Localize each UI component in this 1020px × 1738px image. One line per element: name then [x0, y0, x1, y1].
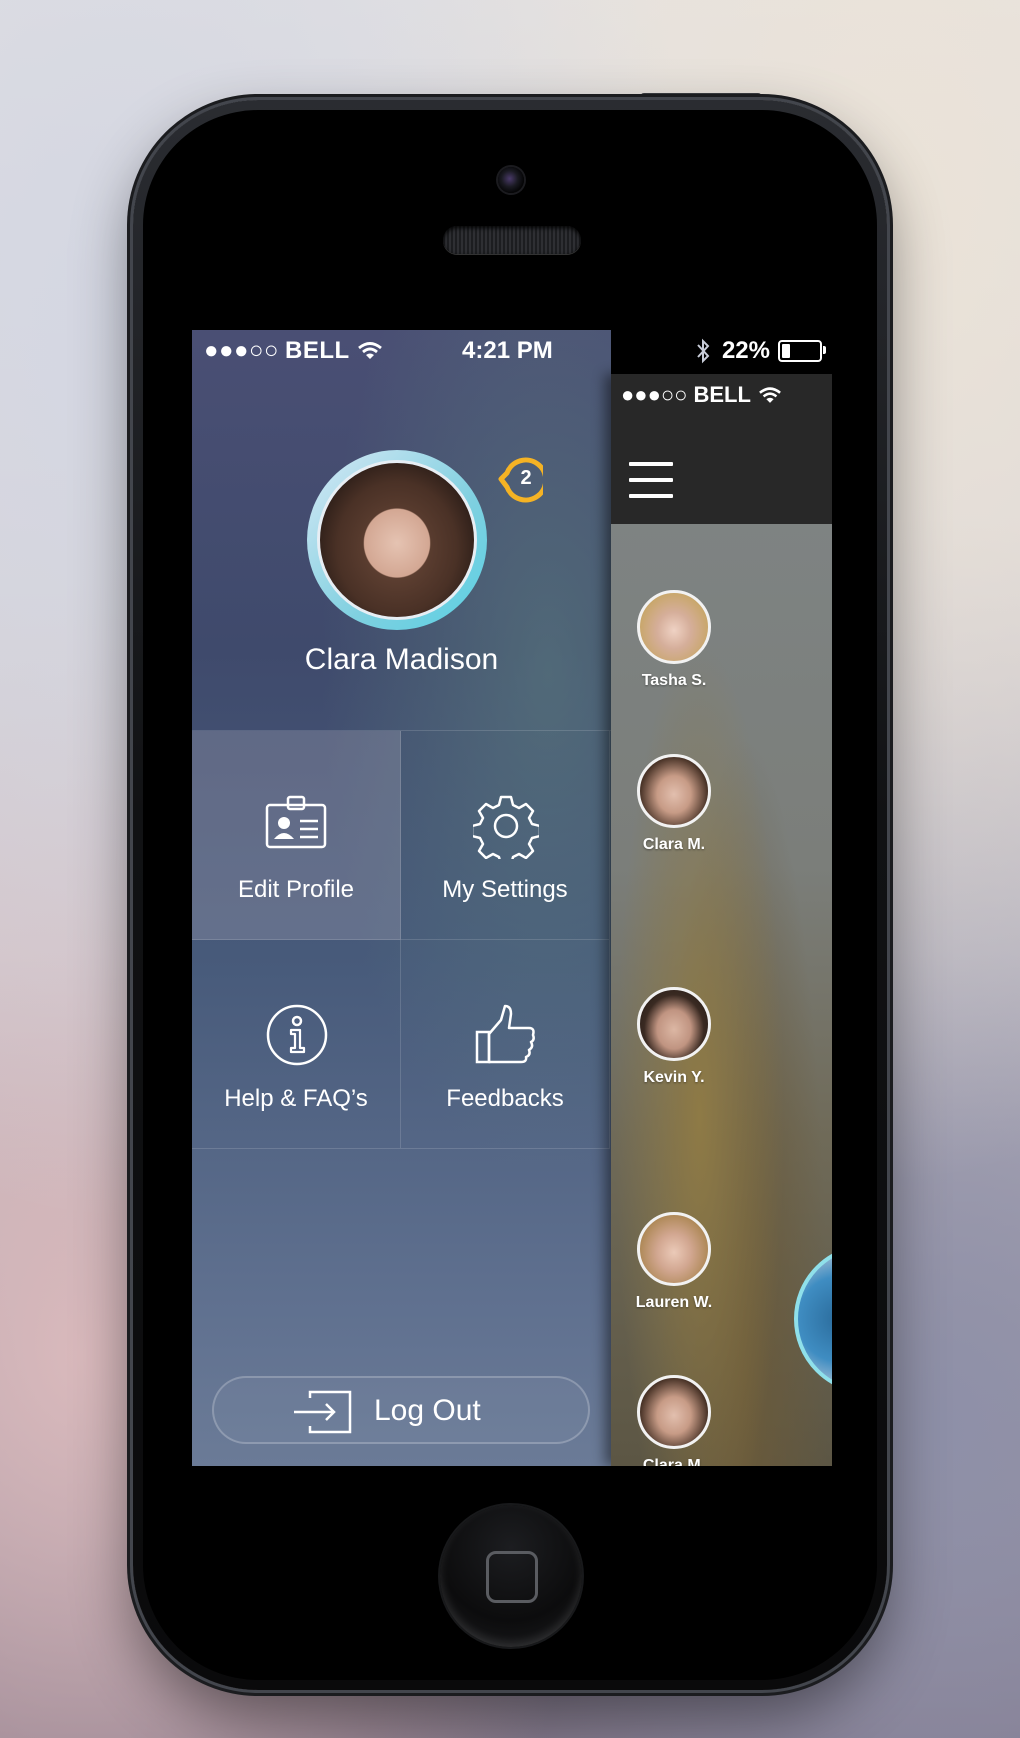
- screen: 2 Clara Madison Edit Profile My Settings…: [192, 330, 832, 1466]
- help-faq-label: Help & FAQ’s: [224, 1085, 368, 1112]
- content-header: ●●●○○ BELL: [611, 374, 832, 524]
- battery-icon: [778, 340, 826, 362]
- info-icon: [266, 1004, 328, 1066]
- main-content-panel[interactable]: ●●●○○ BELL Tasha S. Clara M. Kevin Y. La…: [611, 374, 832, 1466]
- menu-item-feedbacks[interactable]: Feedbacks: [401, 940, 610, 1149]
- contact-avatar: [637, 1375, 711, 1449]
- phone-device: 2 Clara Madison Edit Profile My Settings…: [0, 0, 1020, 1738]
- status-left: ●●●○○ BELL: [204, 337, 382, 365]
- contact-avatar: [637, 590, 711, 664]
- log-out-button[interactable]: Log Out: [212, 1376, 590, 1444]
- wifi-icon: [357, 342, 382, 359]
- edit-profile-label: Edit Profile: [237, 876, 355, 903]
- my-settings-label: My Settings: [442, 876, 568, 903]
- feedbacks-label: Feedbacks: [446, 1085, 564, 1112]
- contact-name: Kevin Y.: [643, 1069, 705, 1086]
- thumbs-up-icon: [475, 1004, 535, 1064]
- gear-icon: [473, 795, 539, 859]
- battery-fill: [782, 344, 790, 358]
- status-time: 4:21 PM: [462, 337, 553, 364]
- contact-name: Lauren W.: [635, 1294, 713, 1311]
- avatar: [317, 460, 477, 620]
- log-out-label: Log Out: [374, 1394, 481, 1427]
- menu-item-edit-profile[interactable]: Edit Profile: [192, 731, 401, 940]
- signal-strength: ●●●○○: [204, 337, 279, 364]
- wifi-icon: [759, 386, 781, 403]
- contact-avatar: [637, 754, 711, 828]
- content-signal: ●●●○○: [621, 382, 688, 407]
- home-square-icon: [486, 1551, 538, 1603]
- menu-item-my-settings[interactable]: My Settings: [401, 731, 610, 940]
- featured-avatar-ring[interactable]: [794, 1244, 832, 1394]
- earpiece-speaker: [443, 226, 581, 254]
- contact-name: Clara M.: [642, 836, 706, 853]
- content-carrier: BELL: [693, 382, 751, 407]
- notification-count: 2: [520, 467, 532, 489]
- front-camera: [498, 167, 524, 193]
- battery-percent: 22%: [721, 337, 770, 364]
- contact-avatar: [637, 1212, 711, 1286]
- contact-name: Clara M.: [642, 1457, 706, 1466]
- bluetooth-icon: [697, 338, 710, 364]
- side-menu: 2 Clara Madison Edit Profile My Settings…: [192, 330, 611, 1466]
- log-out-icon: [294, 1390, 352, 1434]
- content-status-bar: ●●●○○ BELL: [621, 382, 781, 408]
- profile-name: Clara Madison: [304, 643, 499, 676]
- menu-item-help-faq[interactable]: Help & FAQ’s: [192, 940, 401, 1149]
- profile-avatar[interactable]: [307, 450, 487, 630]
- id-card-icon: [265, 795, 327, 849]
- status-right: 22%: [696, 337, 826, 365]
- status-bar: ●●●○○ BELL 4:21 PM 22%: [192, 330, 832, 372]
- contact-name: Tasha S.: [641, 672, 707, 689]
- home-button[interactable]: [440, 1505, 582, 1647]
- hamburger-menu-icon[interactable]: [629, 462, 673, 500]
- carrier-name: BELL: [284, 337, 350, 364]
- contact-avatar: [637, 987, 711, 1061]
